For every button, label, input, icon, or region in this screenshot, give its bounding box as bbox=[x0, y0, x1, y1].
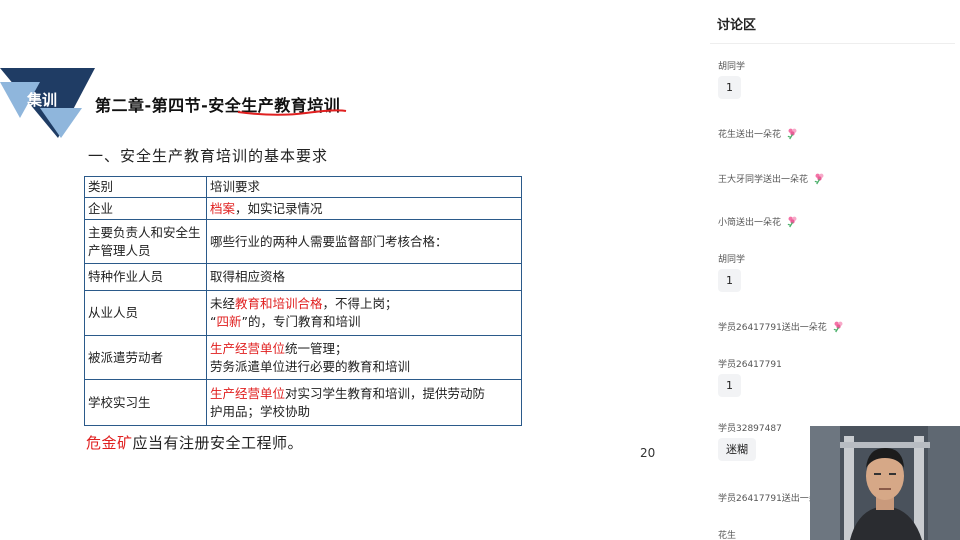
requirement-text: 护用品；学校协助 bbox=[210, 403, 311, 419]
panel-divider bbox=[710, 43, 955, 44]
requirement-cell: 生产经营单位统一管理； 劳务派遣单位进行必要的教育和培训 bbox=[206, 335, 522, 380]
message-author: 学员32897487 bbox=[718, 421, 782, 434]
discussion-title: 讨论区 bbox=[717, 18, 757, 33]
message-author-text: 学员26417791 bbox=[718, 360, 782, 370]
table-header-cell: 类别 bbox=[84, 176, 207, 198]
message-author-text: 学员26417791送出一朵花 bbox=[718, 323, 827, 333]
category-cell: 企业 bbox=[84, 197, 207, 220]
flower-icon bbox=[786, 127, 799, 140]
section-heading: 一、安全生产教育培训的基本要求 bbox=[88, 147, 329, 165]
footer-text: 应当有注册安全工程师。 bbox=[132, 434, 304, 452]
table-row: 学校实习生 生产经营单位对实习学生教育和培训，提供劳动防 护用品；学校协助 bbox=[84, 379, 522, 426]
requirement-text: ”的，专门教育和培训 bbox=[241, 314, 361, 329]
table-row: 特种作业人员 取得相应资格 bbox=[84, 263, 522, 291]
requirement-text: 统一管理； bbox=[285, 340, 348, 356]
presenter-video-frame bbox=[810, 426, 960, 540]
requirement-line: 护用品；学校协助 bbox=[210, 403, 518, 421]
message-bubble: 1 bbox=[718, 374, 741, 397]
category-cell: 学校实习生 bbox=[84, 379, 207, 426]
highlighted-text: 生产经营单位 bbox=[210, 340, 286, 356]
flower-icon bbox=[832, 320, 845, 333]
requirement-text: ，如实记录情况 bbox=[235, 200, 323, 216]
table-row: 企业 档案，如实记录情况 bbox=[84, 197, 522, 220]
table-row: 主要负责人和安全生产管理人员 哪些行业的两种人需要监督部门考核合格： bbox=[84, 219, 522, 264]
requirement-text: ，不得上岗； bbox=[322, 296, 398, 311]
message-author-text: 学员32897487 bbox=[718, 424, 782, 434]
message-author-text: 王大牙同学送出一朵花 bbox=[718, 175, 809, 185]
requirement-text: 哪些行业的两种人需要监督部门考核合格： bbox=[210, 233, 448, 249]
requirement-line: 生产经营单位统一管理； bbox=[210, 340, 518, 358]
logo-text: 集训 bbox=[27, 91, 58, 109]
requirement-text: 劳务派遣单位进行必要的教育和培训 bbox=[210, 358, 411, 374]
flower-gift-message: 花生送出一朵花 bbox=[718, 127, 799, 140]
category-cell: 被派遣劳动者 bbox=[84, 335, 207, 380]
message-bubble: 迷糊 bbox=[718, 438, 756, 461]
requirement-text: 对实习学生教育和培训，提供劳动防 bbox=[285, 385, 486, 401]
requirement-cell: 未经教育和培训合格，不得上岗； “四新”的，专门教育和培训 bbox=[206, 290, 522, 336]
message-author: 花生 bbox=[718, 528, 736, 540]
message-author: 胡同学 bbox=[718, 252, 745, 265]
highlighted-text: 教育和培训合格 bbox=[235, 296, 323, 311]
footer-note: 危金矿应当有注册安全工程师。 bbox=[86, 432, 303, 453]
flower-icon bbox=[813, 172, 826, 185]
message-author-text: 胡同学 bbox=[718, 62, 746, 72]
requirement-line: 档案，如实记录情况 bbox=[210, 200, 518, 218]
message-bubble: 1 bbox=[718, 76, 741, 99]
message-author-text: 花生送出一朵花 bbox=[718, 130, 782, 140]
table-row: 被派遣劳动者 生产经营单位统一管理； 劳务派遣单位进行必要的教育和培训 bbox=[84, 335, 522, 380]
page-number: 20 bbox=[640, 446, 656, 460]
title-underline-mark bbox=[237, 109, 347, 116]
requirement-line: 未经教育和培训合格，不得上岗； bbox=[210, 295, 518, 313]
category-cell: 特种作业人员 bbox=[84, 263, 207, 291]
requirement-line: 取得相应资格 bbox=[210, 268, 518, 286]
table-row: 从业人员 未经教育和培训合格，不得上岗； “四新”的，专门教育和培训 bbox=[84, 290, 522, 336]
highlighted-text: 档案 bbox=[210, 200, 236, 216]
flower-icon bbox=[786, 215, 799, 228]
footer-highlight: 危金矿 bbox=[86, 434, 133, 452]
message-bubble: 1 bbox=[718, 269, 741, 292]
requirement-cell: 生产经营单位对实习学生教育和培训，提供劳动防 护用品；学校协助 bbox=[206, 379, 522, 426]
table-header-row: 类别 培训要求 bbox=[84, 176, 522, 198]
category-cell: 主要负责人和安全生产管理人员 bbox=[84, 219, 207, 264]
table-header-cell: 培训要求 bbox=[206, 176, 522, 198]
requirement-cell: 档案，如实记录情况 bbox=[206, 197, 522, 220]
highlighted-text: 四新 bbox=[216, 314, 242, 329]
requirements-table: 类别 培训要求 企业 档案，如实记录情况 主要负责人和安全生产管理人员 哪些行业的两种人需… bbox=[84, 176, 522, 426]
requirement-line: “四新”的，专门教育和培训 bbox=[210, 313, 518, 331]
requirement-line: 哪些行业的两种人需要监督部门考核合格： bbox=[210, 233, 518, 251]
message-author-text: 胡同学 bbox=[718, 255, 746, 265]
requirement-line: 劳务派遣单位进行必要的教育和培训 bbox=[210, 358, 518, 376]
flower-gift-message: 学员26417791送出一朵花 bbox=[718, 320, 845, 333]
requirement-cell: 哪些行业的两种人需要监督部门考核合格： bbox=[206, 219, 522, 264]
requirement-line: 生产经营单位对实习学生教育和培训，提供劳动防 bbox=[210, 385, 518, 403]
highlighted-text: 生产经营单位 bbox=[210, 385, 286, 401]
message-author-text: 花生 bbox=[718, 531, 737, 540]
category-cell: 从业人员 bbox=[84, 290, 207, 336]
message-author: 学员26417791 bbox=[718, 357, 782, 370]
message-author: 胡同学 bbox=[718, 59, 745, 72]
requirement-cell: 取得相应资格 bbox=[206, 263, 522, 291]
requirement-text: 未经 bbox=[210, 296, 236, 311]
requirement-text: 取得相应资格 bbox=[210, 269, 286, 284]
message-author-text: 小简送出一朵花 bbox=[718, 218, 782, 228]
webcam-video[interactable] bbox=[810, 426, 960, 540]
slide-area: 集训 第二章-第四节-安全生产教育培训 一、安全生产教育培训的基本要求 类别 培训… bbox=[0, 0, 700, 540]
flower-gift-message: 小简送出一朵花 bbox=[718, 215, 799, 228]
flower-gift-message: 王大牙同学送出一朵花 bbox=[718, 172, 826, 185]
